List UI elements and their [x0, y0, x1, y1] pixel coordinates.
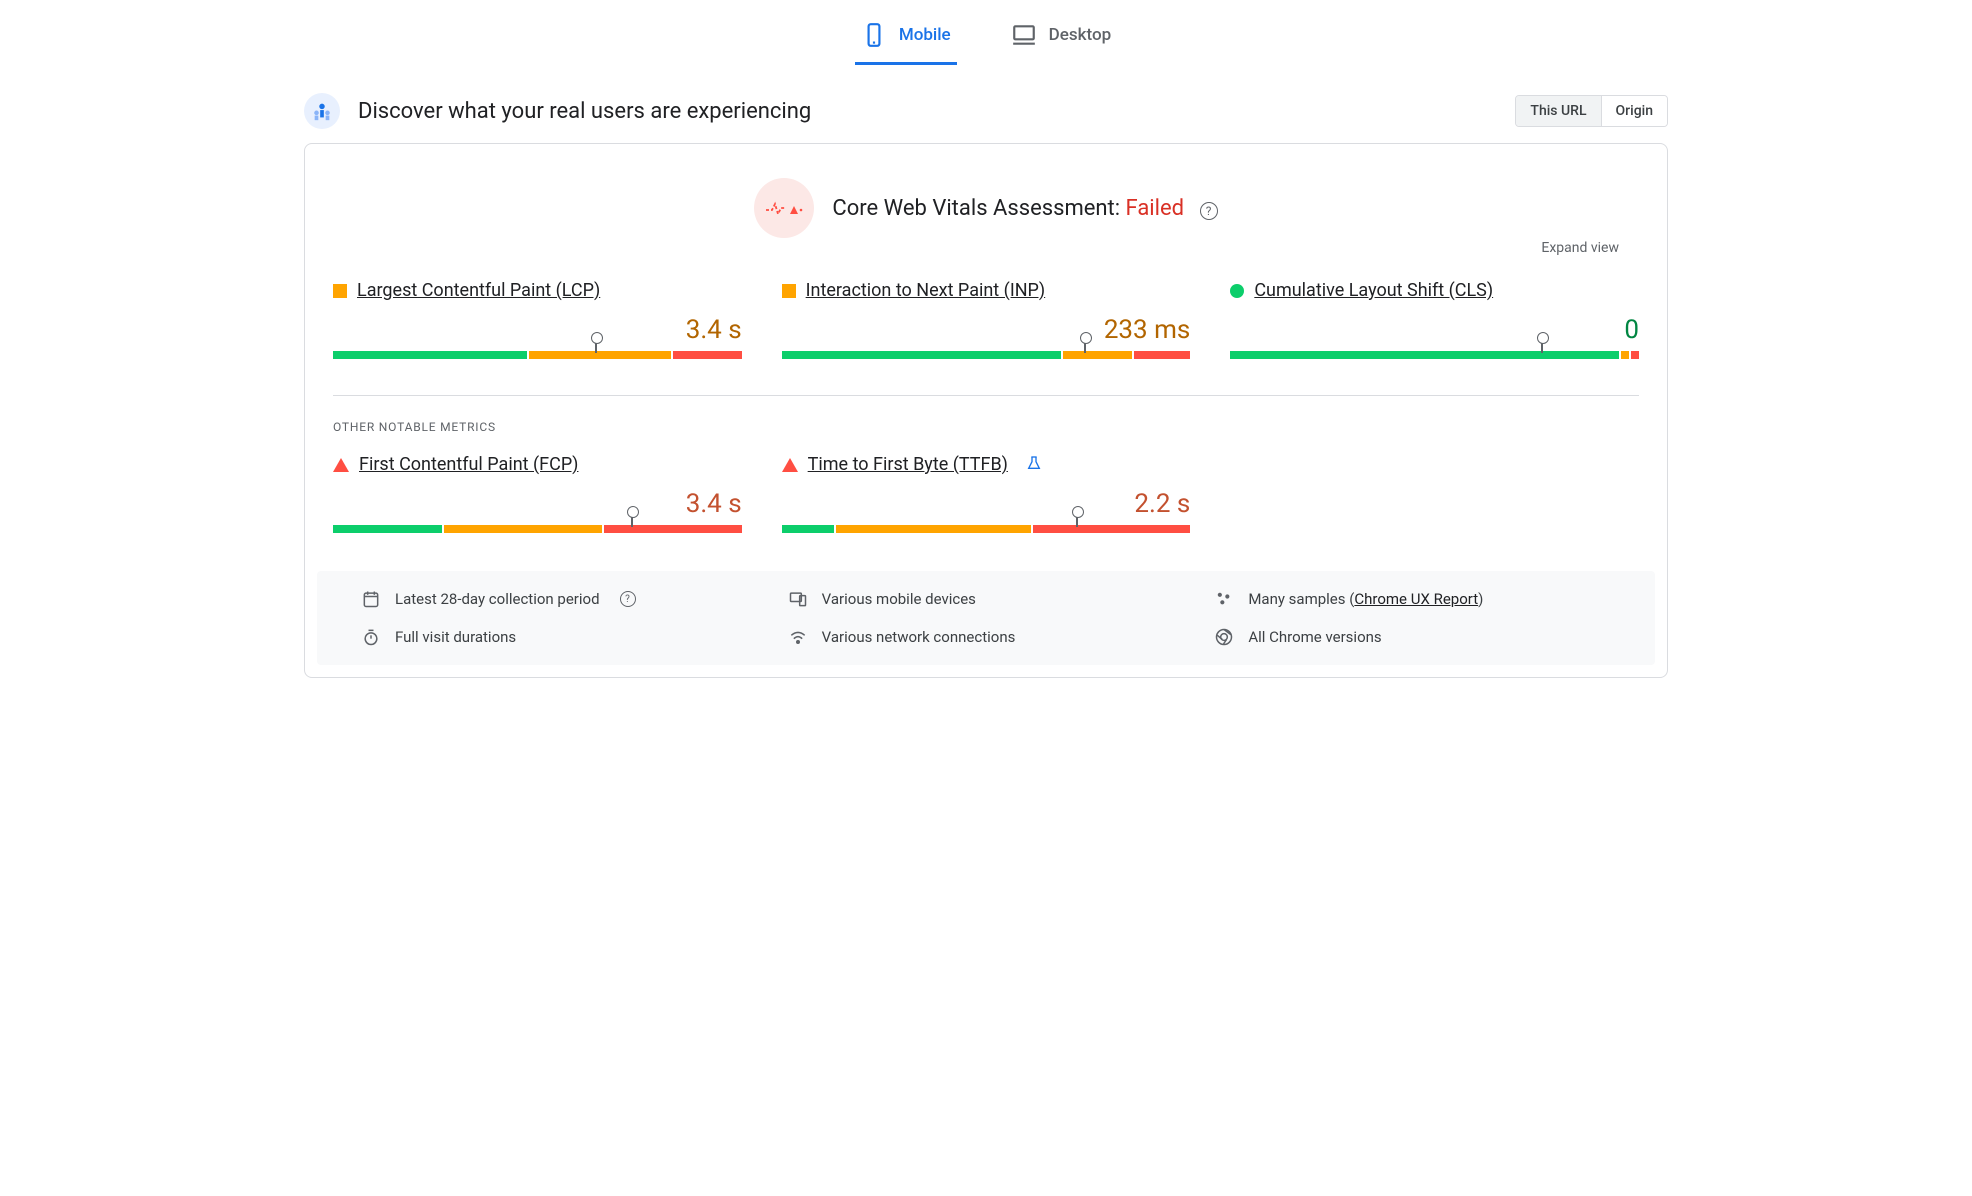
metric-status-icon — [782, 458, 798, 472]
metric-status-icon — [782, 284, 796, 298]
wifi-icon — [788, 627, 808, 647]
calendar-icon — [361, 589, 381, 609]
metric-status-icon — [333, 284, 347, 298]
scope-this-url[interactable]: This URL — [1516, 96, 1600, 126]
percentile-marker — [631, 513, 633, 527]
flask-icon — [1026, 455, 1042, 475]
percentile-marker — [1084, 339, 1086, 353]
metric-value: 0 — [1230, 315, 1639, 345]
scope-segmented-control: This URL Origin — [1515, 95, 1668, 127]
info-network: Various network connections — [788, 627, 1185, 647]
stopwatch-icon — [361, 627, 381, 647]
tab-mobile[interactable]: Mobile — [855, 12, 957, 65]
info-devices: Various mobile devices — [788, 589, 1185, 609]
metric-name-link[interactable]: Largest Contentful Paint (LCP) — [357, 280, 600, 301]
metric-name-link[interactable]: Time to First Byte (TTFB) — [808, 454, 1008, 475]
device-tabs: Mobile Desktop — [304, 0, 1668, 65]
assessment-text: Core Web Vitals Assessment: Failed ? — [832, 196, 1217, 221]
expand-view-link[interactable]: Expand view — [1541, 240, 1619, 256]
info-chrome: All Chrome versions — [1214, 627, 1611, 647]
metric-card: Cumulative Layout Shift (CLS) 0 — [1230, 280, 1639, 361]
distribution-bar — [333, 351, 742, 361]
field-data-icon — [304, 93, 340, 129]
metric-value: 3.4 s — [333, 315, 742, 345]
percentile-marker — [595, 339, 597, 353]
distribution-bar — [333, 525, 742, 535]
percentile-marker — [1541, 339, 1543, 353]
help-icon[interactable]: ? — [620, 591, 636, 607]
distribution-bar — [782, 525, 1191, 535]
tab-label: Desktop — [1049, 25, 1111, 45]
assessment-label: Core Web Vitals Assessment: — [832, 196, 1120, 221]
other-metrics-heading: OTHER NOTABLE METRICS — [305, 396, 1667, 434]
assessment-status: Failed — [1126, 196, 1185, 221]
crux-report-link[interactable]: Chrome UX Report — [1354, 590, 1478, 608]
field-data-card: Core Web Vitals Assessment: Failed ? Exp… — [304, 143, 1668, 678]
pulse-icon — [764, 198, 804, 218]
chrome-icon — [1214, 627, 1234, 647]
metric-card: Largest Contentful Paint (LCP) 3.4 s — [333, 280, 742, 361]
metric-card: First Contentful Paint (FCP) 3.4 s — [333, 454, 742, 535]
info-period: Latest 28-day collection period ? — [361, 589, 758, 609]
percentile-marker — [1076, 513, 1078, 527]
section-header: Discover what your real users are experi… — [304, 93, 1668, 129]
help-icon[interactable]: ? — [1200, 202, 1218, 220]
page-title: Discover what your real users are experi… — [358, 99, 811, 124]
metric-name-link[interactable]: Interaction to Next Paint (INP) — [806, 280, 1046, 301]
scatter-icon — [1214, 589, 1234, 609]
metric-value: 3.4 s — [333, 489, 742, 519]
metric-card: Time to First Byte (TTFB) 2.2 s — [782, 454, 1191, 535]
distribution-bar — [1230, 351, 1639, 361]
metric-card: Interaction to Next Paint (INP) 233 ms — [782, 280, 1191, 361]
scope-origin[interactable]: Origin — [1601, 96, 1667, 126]
metric-status-icon — [1230, 284, 1244, 298]
metric-name-link[interactable]: First Contentful Paint (FCP) — [359, 454, 578, 475]
distribution-bar — [782, 351, 1191, 361]
devices-icon — [788, 589, 808, 609]
info-durations: Full visit durations — [361, 627, 758, 647]
metric-name-link[interactable]: Cumulative Layout Shift (CLS) — [1254, 280, 1493, 301]
mobile-icon — [861, 22, 887, 48]
desktop-icon — [1011, 22, 1037, 48]
metric-value: 2.2 s — [782, 489, 1191, 519]
data-context-box: Latest 28-day collection period ? Variou… — [317, 571, 1655, 665]
tab-desktop[interactable]: Desktop — [1005, 12, 1117, 65]
info-samples: Many samples (Chrome UX Report) — [1214, 589, 1611, 609]
metric-status-icon — [333, 458, 349, 472]
metric-value: 233 ms — [782, 315, 1191, 345]
tab-label: Mobile — [899, 25, 951, 45]
other-metrics-grid: First Contentful Paint (FCP) 3.4 s Time … — [305, 434, 1667, 543]
assessment-badge — [754, 178, 814, 238]
core-metrics-grid: Largest Contentful Paint (LCP) 3.4 s Int… — [305, 256, 1667, 369]
